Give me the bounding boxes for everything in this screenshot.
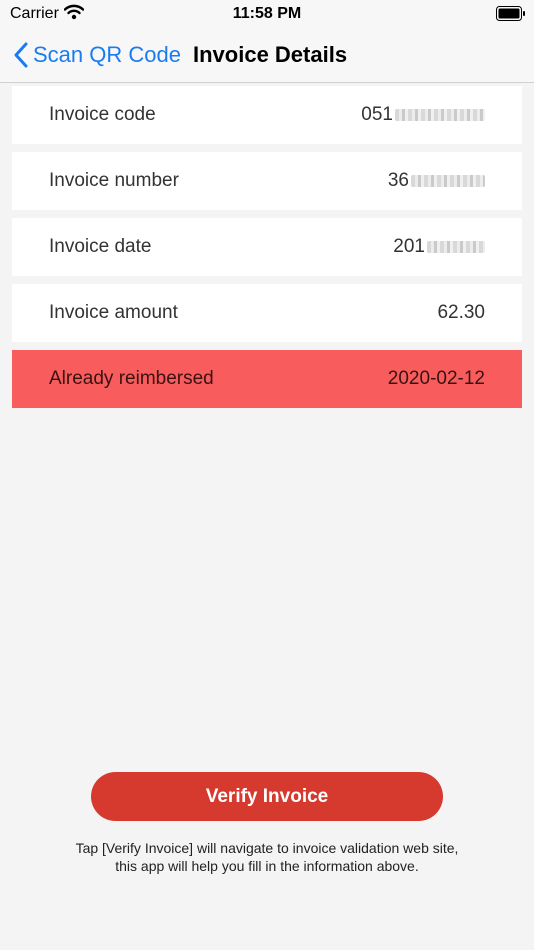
chevron-left-icon bbox=[14, 42, 28, 68]
battery-icon bbox=[496, 6, 526, 26]
back-button[interactable]: Scan QR Code bbox=[14, 40, 181, 70]
invoice-details-list: Invoice code 051 Invoice number 36 Invoi… bbox=[12, 86, 522, 416]
invoice-amount-value: 62.30 bbox=[437, 302, 485, 323]
invoice-number-value: 36 bbox=[387, 170, 409, 191]
page-title: Invoice Details bbox=[193, 42, 348, 67]
navigation-bar: Scan QR Code Invoice Details bbox=[0, 28, 534, 83]
reimbursed-status-row: Already reimbersed 2020-02-12 bbox=[12, 350, 522, 408]
reimbursed-label: Already reimbersed bbox=[49, 368, 214, 389]
invoice-code-value: 051 bbox=[361, 104, 393, 125]
verify-hint-line: this app will help you fill in the infor… bbox=[115, 858, 419, 874]
invoice-number-label: Invoice number bbox=[49, 170, 179, 191]
invoice-code-row: Invoice code 051 bbox=[12, 86, 522, 144]
invoice-number-row: Invoice number 36 bbox=[12, 152, 522, 210]
invoice-amount-row: Invoice amount 62.30 bbox=[12, 284, 522, 342]
reimbursed-date: 2020-02-12 bbox=[387, 368, 485, 389]
verify-hint-line: Tap [Verify Invoice] will navigate to in… bbox=[75, 840, 459, 856]
redacted-blur bbox=[427, 241, 485, 253]
invoice-code-label: Invoice code bbox=[49, 104, 156, 125]
verify-invoice-button[interactable]: Verify Invoice bbox=[91, 772, 443, 821]
invoice-date-value: 201 bbox=[393, 236, 425, 257]
status-bar: Carrier 11:58 PM bbox=[0, 0, 534, 28]
invoice-date-label: Invoice date bbox=[49, 236, 152, 257]
clock: 11:58 PM bbox=[232, 5, 302, 22]
invoice-date-row: Invoice date 201 bbox=[12, 218, 522, 276]
back-label: Scan QR Code bbox=[33, 42, 181, 67]
invoice-amount-label: Invoice amount bbox=[49, 302, 178, 323]
redacted-blur bbox=[411, 175, 485, 187]
redacted-blur bbox=[395, 109, 485, 121]
verify-hint: Tap [Verify Invoice] will navigate to in… bbox=[20, 839, 514, 875]
